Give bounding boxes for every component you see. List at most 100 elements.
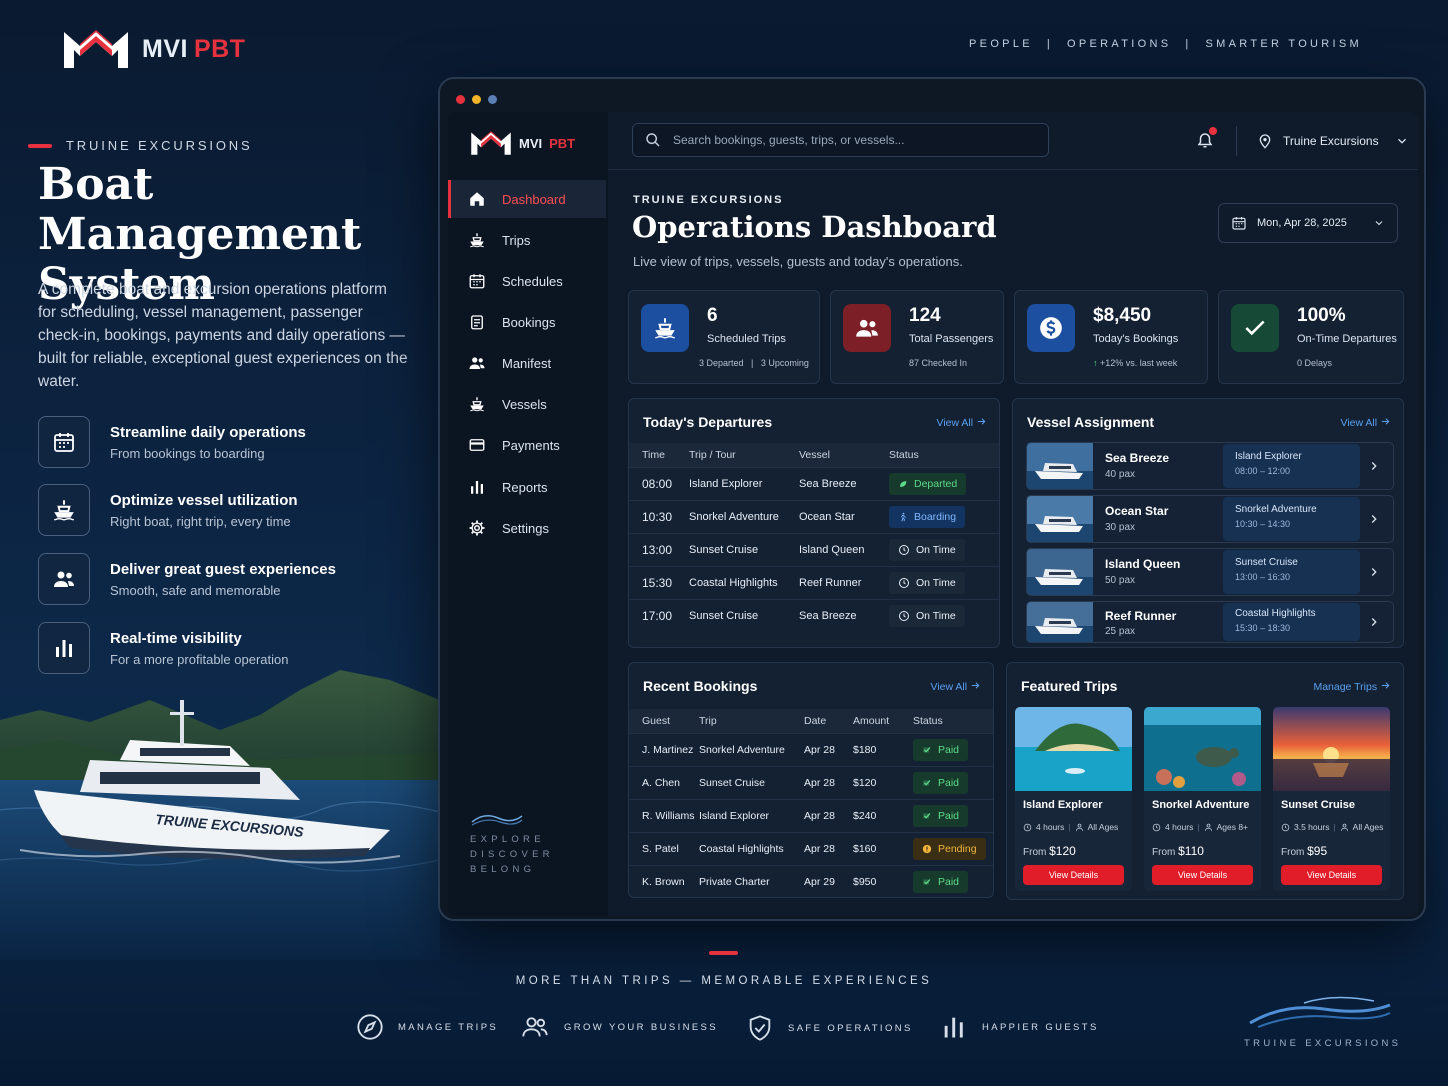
search-input[interactable] [673,133,1033,147]
feature-title: Real-time visibility [110,629,242,647]
status-badge: On Time [889,572,965,594]
assigned-trip: Coastal Highlights 15:30 – 18:30 [1223,603,1360,641]
dollar-icon [1027,304,1075,352]
cell-trip: Snorkel Adventure [689,500,799,534]
bar-chart-icon [468,478,486,496]
top-tagline: PEOPLE | OPERATIONS | SMARTER TOURISM [969,38,1362,50]
trip-meta: 3.5 hours | All Ages [1281,822,1383,832]
footer-brand-text: TRUINE EXCURSIONS [1244,1038,1402,1049]
table-row[interactable]: R. Williams Island Explorer Apr 28 $240 Paid [629,799,993,833]
nav-bookings[interactable]: Bookings [448,303,606,341]
clock-icon [898,544,910,556]
manage-trips-link[interactable]: Manage Trips [1313,680,1391,693]
assigned-trip-time: 08:00 – 12:00 [1235,466,1291,476]
feature-item: Streamline daily operations From bookings… [38,415,418,469]
nav-label: Dashboard [502,191,566,207]
stat-card-bookings[interactable]: $8,450 Today's Bookings ↑ +12% vs. last … [1014,290,1208,384]
search-box[interactable] [632,123,1049,157]
vessel-row[interactable]: Ocean Star 30 pax Snorkel Adventure 10:30… [1026,495,1394,543]
chevron-down-icon [1373,217,1385,229]
nav-manifest[interactable]: Manifest [448,344,606,382]
cell-amount: $180 [853,733,913,767]
view-all-departures-link[interactable]: View All [937,416,988,429]
stat-value: 100% [1297,305,1346,326]
table-row[interactable]: 13:00 Sunset Cruise Island Queen On Time [629,533,999,567]
minimize-dot[interactable] [472,95,481,104]
view-all-vessels-link[interactable]: View All [1341,416,1392,429]
trip-card[interactable]: Island Explorer 4 hours | All Ages From $1… [1015,707,1132,891]
stat-value: 6 [707,305,718,326]
paid-check-icon [922,745,932,755]
bar-chart-icon [944,1017,963,1038]
trip-card[interactable]: Sunset Cruise 3.5 hours | All Ages From $9… [1273,707,1390,891]
cell-date: Apr 28 [804,832,853,866]
sidebar-logo[interactable]: MVI PBT [470,130,575,156]
brand-left: MVI [142,34,188,63]
vessel-row[interactable]: Reef Runner 25 pax Coastal Highlights 15:… [1026,601,1394,643]
cell-date: Apr 28 [804,799,853,833]
column-header: Time [629,443,689,468]
table-row[interactable]: 15:30 Coastal Highlights Reef Runner On Tim… [629,566,999,600]
feature-title: Deliver great guest experiences [110,560,336,578]
vessel-row[interactable]: Sea Breeze 40 pax Island Explorer 08:00 –… [1026,442,1394,490]
table-row[interactable]: A. Chen Sunset Cruise Apr 28 $120 Paid [629,766,993,800]
table-row[interactable]: K. Brown Private Charter Apr 29 $950 Paid [629,865,993,899]
nav-label: Schedules [502,273,563,289]
sidebar-logo-left: MVI [519,135,543,151]
maximize-dot[interactable] [488,95,497,104]
trip-image [1015,707,1132,791]
view-all-label: View All [930,681,968,693]
boat-scene-image: TRUINE EXCURSIONS [0,660,440,960]
cell-guest: R. Williams [629,799,699,833]
table-row[interactable]: 08:00 Island Explorer Sea Breeze Departed [629,467,999,501]
cell-date: Apr 28 [804,766,853,800]
status-label: Paid [938,810,960,822]
cell-vessel: Sea Breeze [799,467,889,501]
stat-card-trips[interactable]: 6 Scheduled Trips 3 Departed | 3 Upcomin… [628,290,820,384]
cell-time: 15:30 [629,566,689,600]
arrow-right-icon [1380,416,1391,427]
view-details-button[interactable]: View Details [1023,865,1124,885]
search-icon [646,133,660,147]
trip-ages: All Ages [1087,822,1119,832]
view-all-bookings-link[interactable]: View All [931,680,982,693]
date-value: Mon, Apr 28, 2025 [1257,217,1347,229]
nav-dashboard[interactable]: Dashboard [448,180,606,218]
view-details-button[interactable]: View Details [1281,865,1382,885]
nav-trips[interactable]: Trips [448,221,606,259]
nav-schedules[interactable]: Schedules [448,262,606,300]
table-row[interactable]: S. Patel Coastal Highlights Apr 28 $160 Pend… [629,832,993,866]
app-window: MVI PBT Dashboard Trips Schedules Booking… [438,77,1426,921]
stat-card-ontime[interactable]: 100% On-Time Departures 0 Delays [1218,290,1404,384]
nav-vessels[interactable]: Vessels [448,385,606,423]
table-row[interactable]: 10:30 Snorkel Adventure Ocean Star Boarding [629,500,999,534]
cell-trip: Sunset Cruise [689,533,799,567]
notifications-button[interactable] [1196,127,1217,155]
clock-icon [1152,823,1161,832]
price-value: $110 [1178,844,1204,858]
users-icon [38,553,90,605]
stat-sub: +12% vs. last week [1100,358,1178,368]
assigned-trip-name: Island Explorer [1235,451,1302,462]
nav-reports[interactable]: Reports [448,468,606,506]
nav-settings[interactable]: Settings [448,509,606,547]
stat-value: $8,450 [1093,305,1152,326]
close-dot[interactable] [456,95,465,104]
org-switcher[interactable]: Truine Excursions [1236,126,1409,156]
bookings-table: Guest Trip Date Amount Status J. Martine… [629,709,993,899]
view-details-button[interactable]: View Details [1152,865,1253,885]
table-row[interactable]: 17:00 Sunset Cruise Sea Breeze On Time [629,599,999,633]
vessel-row[interactable]: Island Queen 50 pax Sunset Cruise 13:00 –… [1026,548,1394,596]
status-label: Boarding [914,511,957,523]
trip-name: Sunset Cruise [1281,799,1355,811]
wave-logo-icon [1249,996,1391,1028]
date-picker[interactable]: Mon, Apr 28, 2025 [1218,203,1398,243]
trip-image [1273,707,1390,791]
stat-card-passengers[interactable]: 124 Total Passengers 87 Checked In [830,290,1004,384]
mvi-logo-icon [64,30,128,68]
trip-card[interactable]: Snorkel Adventure 4 hours | Ages 8+ From $… [1144,707,1261,891]
table-row[interactable]: J. Martinez Snorkel Adventure Apr 28 $180 Pa… [629,733,993,767]
nav-payments[interactable]: Payments [448,426,606,464]
status-badge: Pending [913,838,986,860]
tagline-item: OPERATIONS [1067,38,1172,50]
